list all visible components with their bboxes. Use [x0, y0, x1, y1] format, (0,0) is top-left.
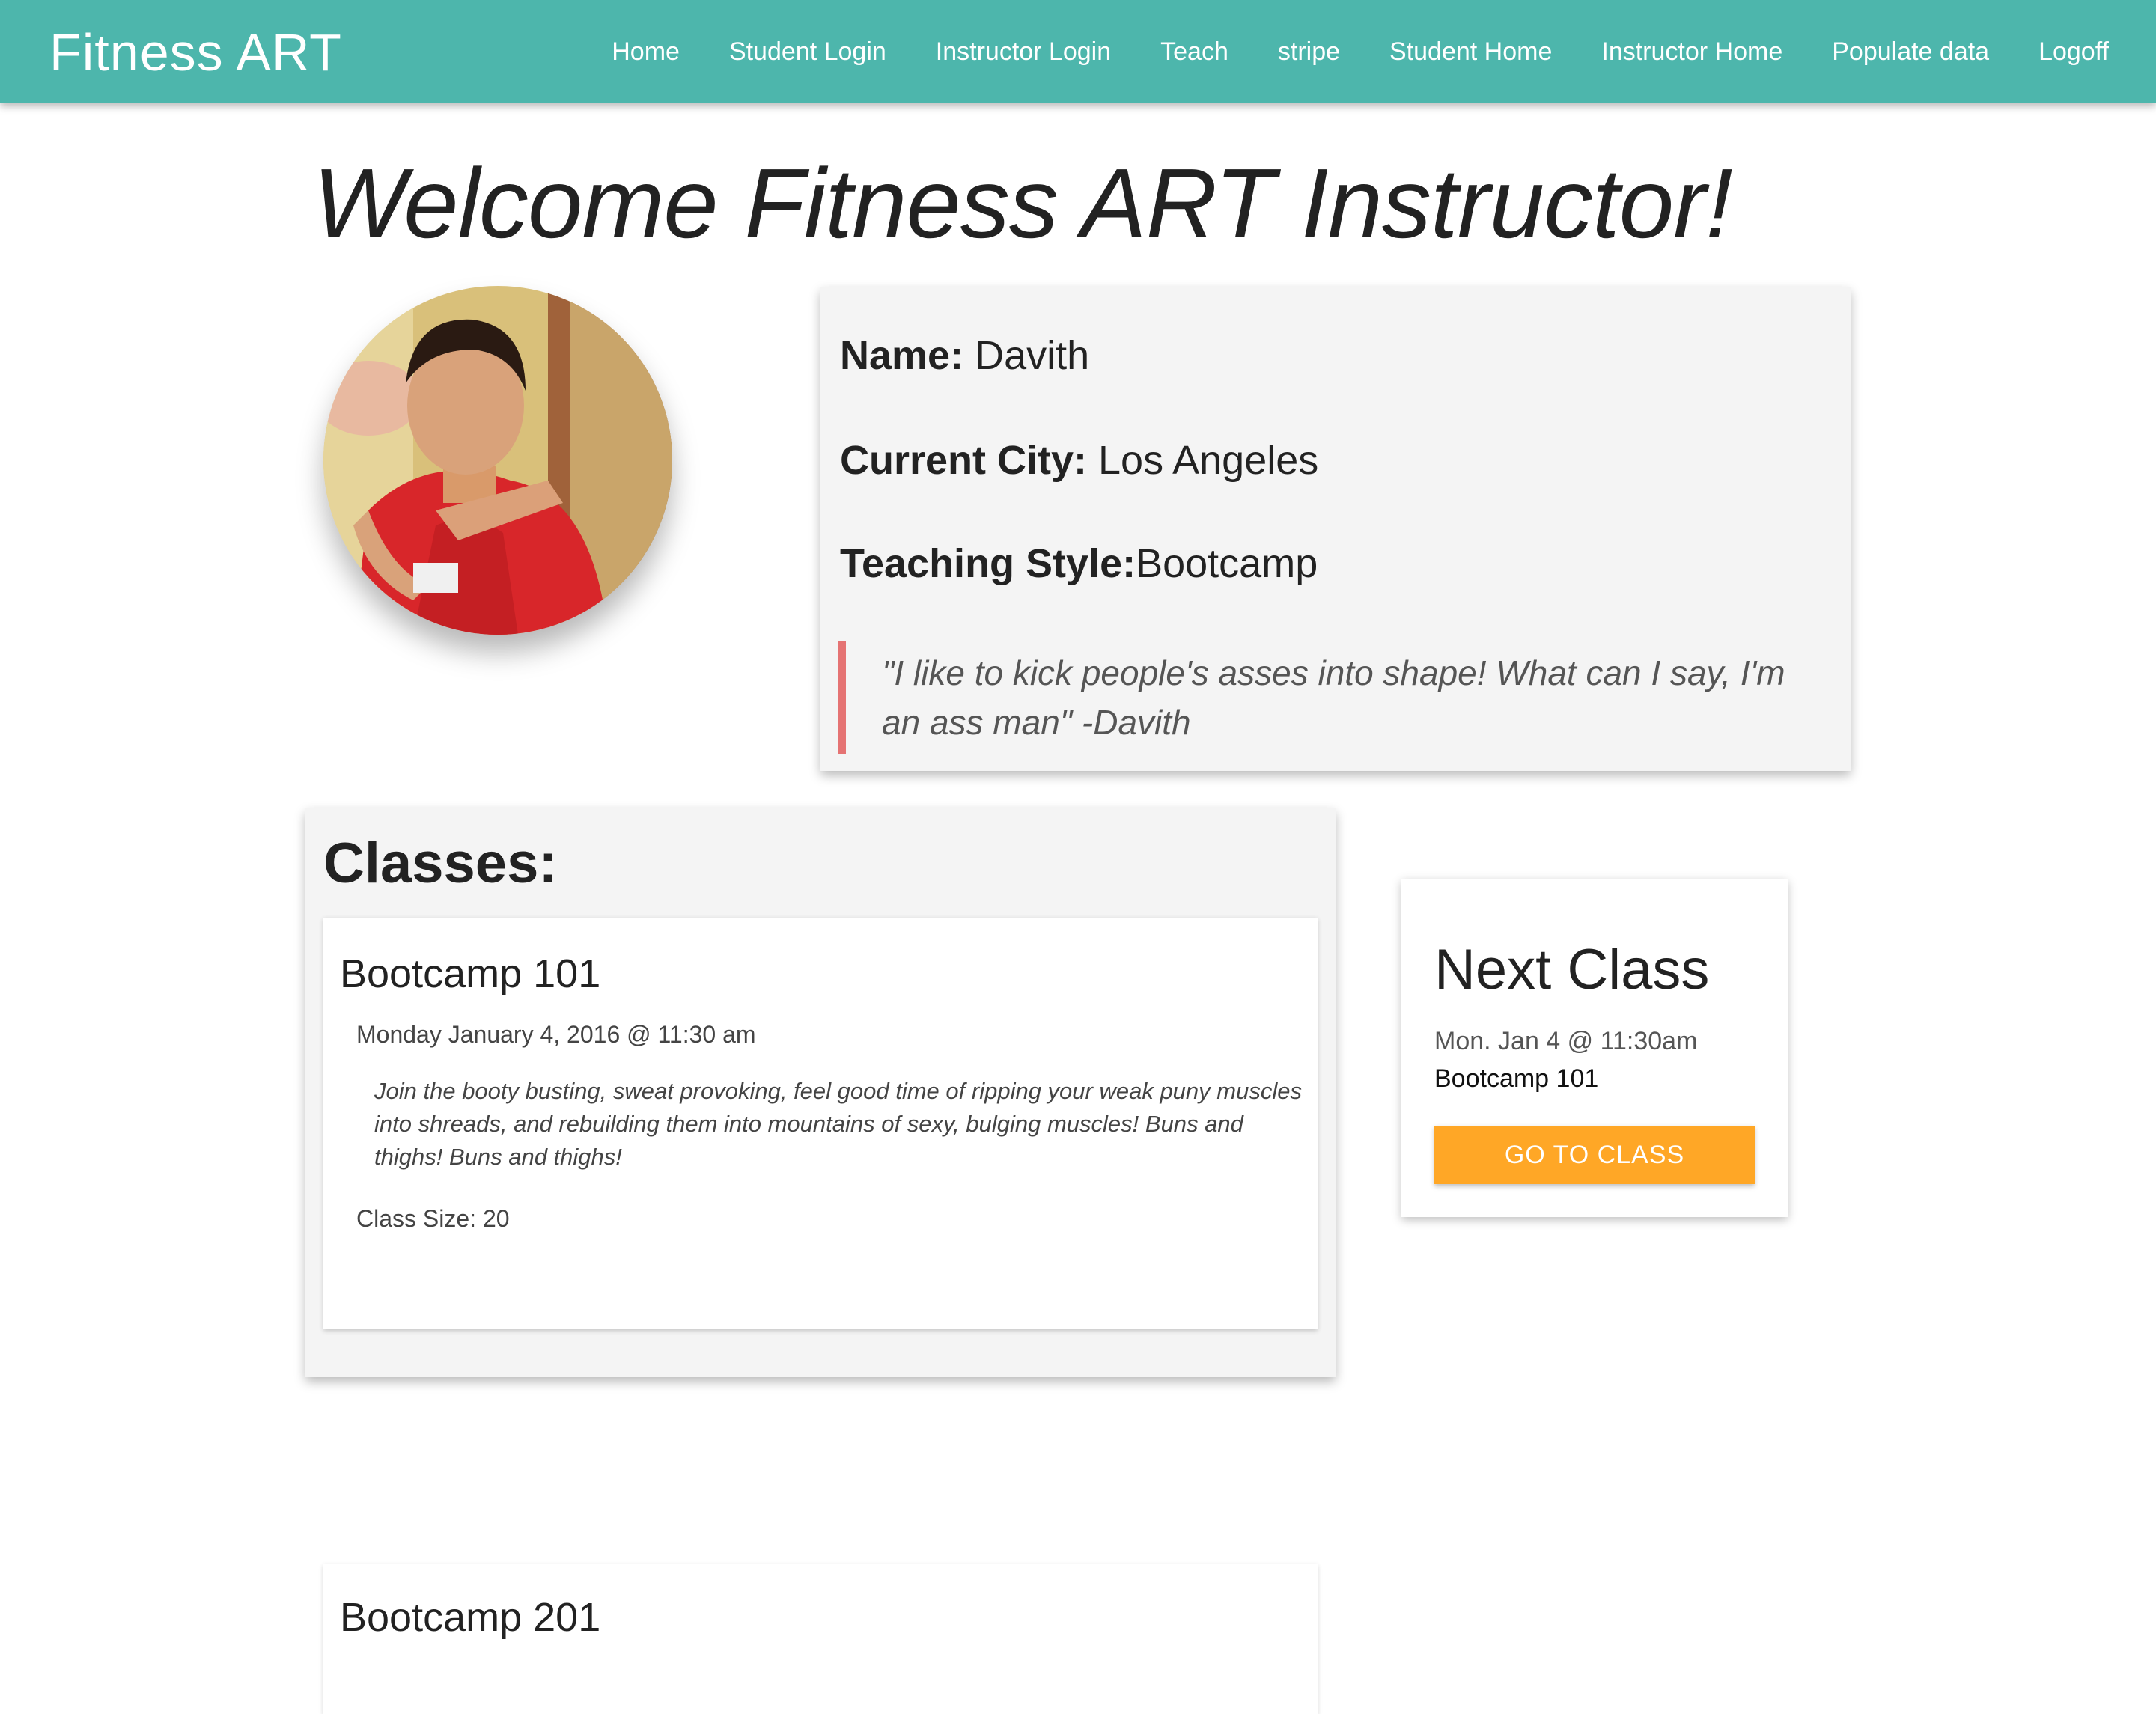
city-label: Current City: [840, 438, 1088, 483]
page-title: Welcome Fitness ART Instructor! [313, 148, 1733, 258]
next-class-heading: Next Class [1434, 938, 1710, 1001]
nav-link-stripe[interactable]: stripe [1253, 0, 1365, 103]
profile-city-row: Current City: Los Angeles [840, 437, 1318, 484]
profile-card: Name: Davith Current City: Los Angeles T… [820, 287, 1851, 771]
profile-style-row: Teaching Style:Bootcamp [840, 540, 1318, 587]
class-description: Join the booty busting, sweat provoking,… [374, 1078, 1302, 1170]
next-class-date: Mon. Jan 4 @ 11:30am [1434, 1027, 1698, 1055]
nav-links: Home Student Login Instructor Login Teac… [587, 0, 2134, 103]
nav-link-teach[interactable]: Teach [1136, 0, 1253, 103]
next-class-name: Bootcamp 101 [1434, 1064, 1599, 1093]
instructor-avatar [323, 286, 672, 635]
class-card[interactable]: Bootcamp 101 Monday January 4, 2016 @ 11… [323, 918, 1318, 1329]
nav-link-student-home[interactable]: Student Home [1365, 0, 1577, 103]
class-date: Monday January 4, 2016 @ 11:30 am [356, 1021, 756, 1048]
nav-link-student-login[interactable]: Student Login [704, 0, 911, 103]
city-value: Los Angeles [1087, 438, 1319, 483]
top-navbar: Fitness ART Home Student Login Instructo… [0, 0, 2156, 103]
teaching-style-label: Teaching Style: [840, 541, 1136, 586]
avatar-photo [323, 286, 672, 635]
teaching-style-value: Bootcamp [1136, 541, 1318, 586]
go-to-class-button[interactable]: GO TO CLASS [1434, 1126, 1755, 1184]
classes-heading: Classes: [323, 832, 558, 895]
profile-name-row: Name: Davith [840, 332, 1089, 379]
nav-link-logoff[interactable]: Logoff [2014, 0, 2134, 103]
name-value: Davith [963, 333, 1090, 378]
instructor-quote: "I like to kick people's asses into shap… [838, 641, 1827, 754]
nav-link-instructor-login[interactable]: Instructor Login [911, 0, 1136, 103]
nav-link-home[interactable]: Home [587, 0, 704, 103]
nav-link-populate-data[interactable]: Populate data [1807, 0, 2014, 103]
nav-link-instructor-home[interactable]: Instructor Home [1577, 0, 1807, 103]
class-name: Bootcamp 201 [340, 1595, 601, 1640]
class-card[interactable]: Bootcamp 201 [323, 1564, 1318, 1714]
class-size: Class Size: 20 [356, 1205, 510, 1232]
name-label: Name: [840, 333, 964, 378]
brand-logo[interactable]: Fitness ART [49, 21, 342, 84]
next-class-card: Next Class Mon. Jan 4 @ 11:30am Bootcamp… [1401, 879, 1788, 1217]
class-name: Bootcamp 101 [340, 951, 601, 996]
classes-panel: Classes: Bootcamp 101 Monday January 4, … [305, 808, 1336, 1714]
